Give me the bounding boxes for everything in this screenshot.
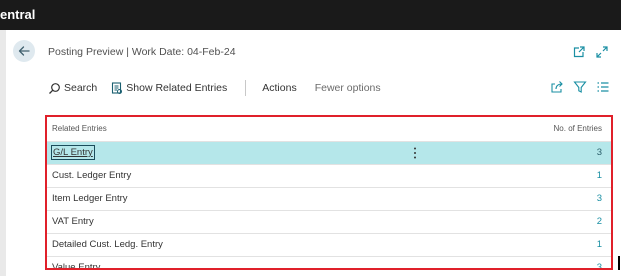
back-arrow-icon <box>18 46 30 56</box>
action-bar: Search Show Related Entries Actions Fewe… <box>48 78 381 98</box>
row-entry-count[interactable]: 3 <box>597 262 602 268</box>
row-entry-name: VAT Entry <box>52 216 94 227</box>
related-entries-table: Related Entries No. of Entries G/L Entry… <box>45 115 613 270</box>
actions-menu[interactable]: Actions <box>262 78 296 98</box>
search-action[interactable]: Search <box>48 78 97 98</box>
row-entry-name: Item Ledger Entry <box>52 193 128 204</box>
row-entry-count[interactable]: 3 <box>597 193 602 204</box>
row-entry-count[interactable]: 2 <box>597 216 602 227</box>
table-row[interactable]: VAT Entry 2 <box>47 210 611 233</box>
column-header-no-of-entries[interactable]: No. of Entries <box>554 124 602 133</box>
more-options-icon[interactable] <box>412 146 418 160</box>
table-row[interactable]: Detailed Cust. Ledg. Entry 1 <box>47 233 611 256</box>
row-entry-name: Detailed Cust. Ledg. Entry <box>52 239 163 250</box>
back-button[interactable] <box>13 40 35 62</box>
show-related-entries-button[interactable]: Show Related Entries <box>111 78 227 98</box>
open-new-window-icon[interactable] <box>572 45 586 59</box>
page-title: Posting Preview | Work Date: 04-Feb-24 <box>48 46 236 58</box>
row-entry-name: Cust. Ledger Entry <box>52 170 132 181</box>
table-row[interactable]: Cust. Ledger Entry 1 <box>47 164 611 187</box>
search-label: Search <box>64 82 98 94</box>
table-row[interactable]: G/L Entry 3 <box>47 141 611 164</box>
share-icon[interactable] <box>550 80 564 94</box>
row-entry-count[interactable]: 1 <box>597 170 602 181</box>
app-title: entral <box>0 7 36 22</box>
show-related-entries-label: Show Related Entries <box>126 82 228 94</box>
row-entry-name: Value Entry <box>52 262 101 270</box>
text-cursor <box>618 256 620 270</box>
row-entry-link[interactable]: G/L Entry <box>51 145 95 160</box>
fewer-options-button[interactable]: Fewer options <box>315 78 381 98</box>
row-entry-count[interactable]: 3 <box>597 147 602 158</box>
filter-icon[interactable] <box>573 80 587 94</box>
actions-label: Actions <box>262 82 297 94</box>
fewer-options-label: Fewer options <box>314 82 381 94</box>
table-header: Related Entries No. of Entries <box>47 117 611 141</box>
toolbar-divider <box>245 80 247 96</box>
expand-icon[interactable] <box>595 45 609 59</box>
app-header-bar: entral <box>0 0 621 30</box>
related-entries-icon <box>112 81 123 94</box>
column-header-related-entries[interactable]: Related Entries <box>52 124 107 133</box>
table-row[interactable]: Item Ledger Entry 3 <box>47 187 611 210</box>
table-row[interactable]: Value Entry 3 <box>47 256 611 270</box>
row-entry-count[interactable]: 1 <box>597 239 602 250</box>
search-icon <box>49 82 60 94</box>
list-icon[interactable] <box>596 80 610 94</box>
